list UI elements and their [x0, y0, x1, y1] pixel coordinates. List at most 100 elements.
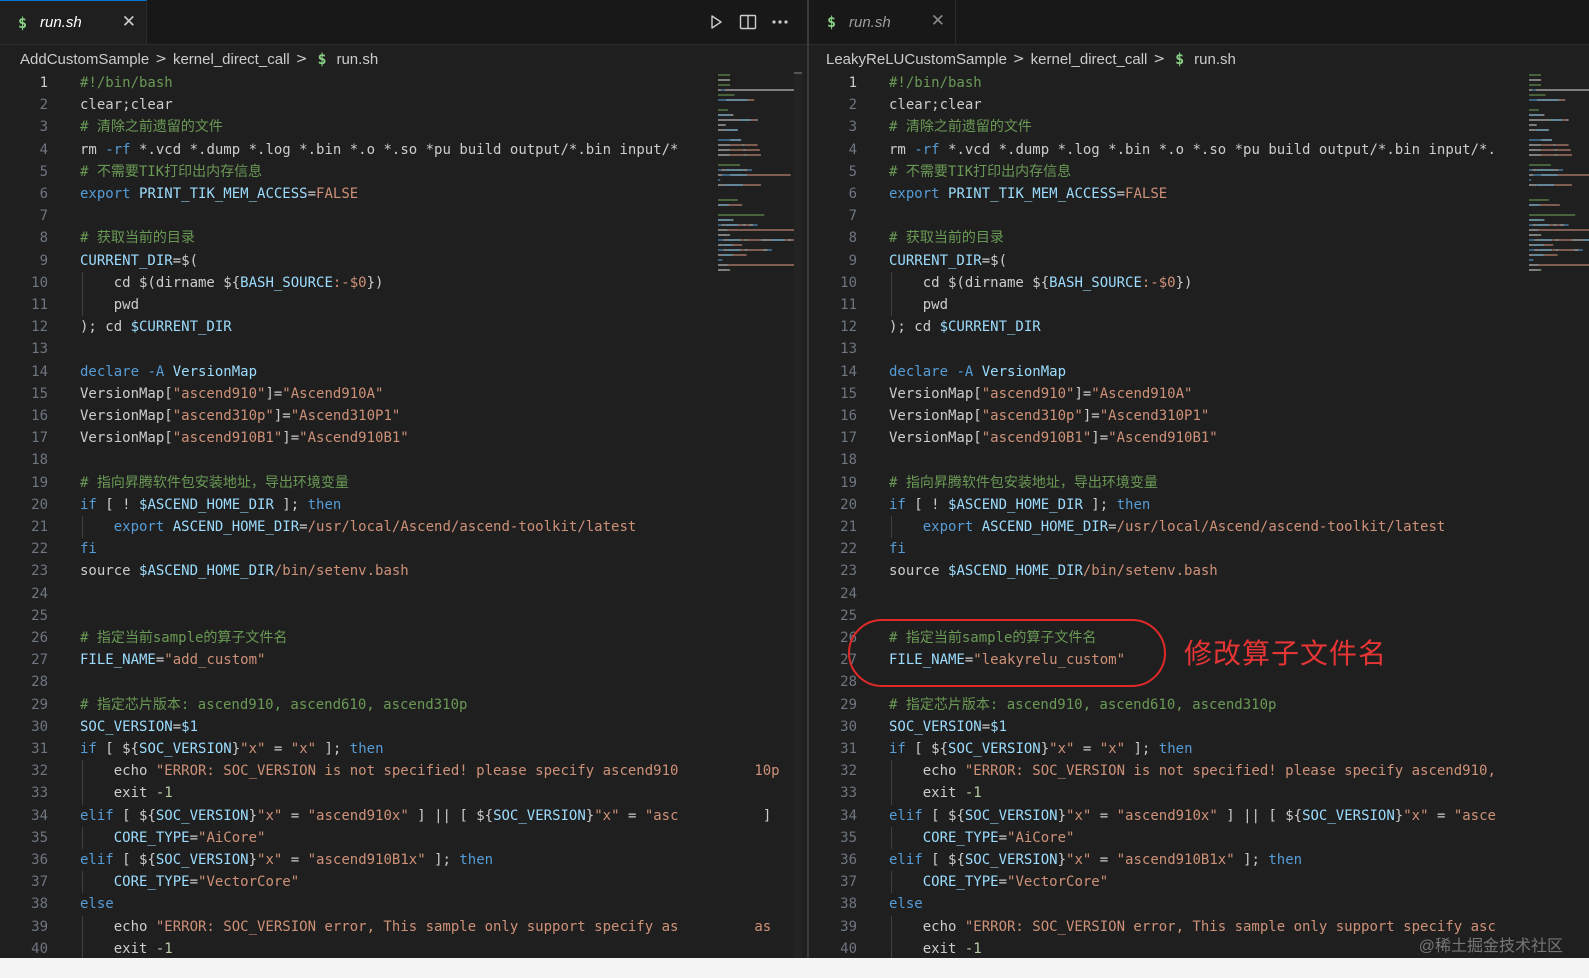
code-token: "ascend910": [981, 385, 1075, 402]
code-line[interactable]: 24: [809, 583, 1521, 605]
minimap[interactable]: [716, 72, 804, 292]
code-line[interactable]: 8 # 获取当前的目录: [809, 227, 1521, 249]
split-editor-icon[interactable]: [735, 8, 761, 36]
breadcrumb-folder[interactable]: kernel_direct_call: [1031, 51, 1148, 68]
breadcrumb-file[interactable]: run.sh: [336, 51, 378, 68]
code-line[interactable]: 6 export PRINT_TIK_MEM_ACCESS=FALSE: [809, 183, 1521, 205]
code-line[interactable]: 37 CORE_TYPE="VectorCore": [809, 871, 1521, 893]
code-line[interactable]: 17 VersionMap["ascend910B1"]="Ascend910B1…: [809, 427, 1521, 449]
close-icon[interactable]: ✕: [122, 12, 136, 32]
breadcrumb-file[interactable]: run.sh: [1194, 51, 1236, 68]
code-line[interactable]: 29 # 指定芯片版本: ascend910, ascend610, ascend…: [809, 694, 1521, 716]
run-icon[interactable]: [703, 8, 729, 36]
code-line[interactable]: 25: [0, 605, 710, 627]
code-token: =: [1091, 807, 1117, 824]
code-line[interactable]: 36 elif [ ${SOC_VERSION}"x" = "ascend910B…: [809, 849, 1521, 871]
code-line[interactable]: 3 # 清除之前遗留的文件: [0, 116, 710, 138]
code-line[interactable]: 26 # 指定当前sample的算子文件名: [0, 627, 710, 649]
code-line[interactable]: 19 # 指向昇腾软件包安装地址，导出环境变量: [809, 472, 1521, 494]
code-line[interactable]: 14 declare -A VersionMap: [0, 361, 710, 383]
code-line[interactable]: 39 echo "ERROR: SOC_VERSION error, This …: [809, 916, 1521, 938]
minimap[interactable]: [1527, 72, 1589, 292]
code-line[interactable]: 35 CORE_TYPE="AiCore": [809, 827, 1521, 849]
close-icon[interactable]: ✕: [931, 11, 945, 31]
code-line[interactable]: 14 declare -A VersionMap: [809, 361, 1521, 383]
code-line[interactable]: 1 #!/bin/bash: [809, 72, 1521, 94]
code-line[interactable]: 9 CURRENT_DIR=$(: [0, 250, 710, 272]
tab-run-sh[interactable]: $ run.sh ✕: [809, 0, 956, 44]
code-line[interactable]: 18: [809, 449, 1521, 471]
code-line[interactable]: 15 VersionMap["ascend910"]="Ascend910A": [809, 383, 1521, 405]
code-line[interactable]: 22 fi: [809, 538, 1521, 560]
code-line[interactable]: 27 FILE_NAME="add_custom": [0, 649, 710, 671]
code-line[interactable]: 30 SOC_VERSION=$1: [0, 716, 710, 738]
code-line[interactable]: 2 clear;clear: [809, 94, 1521, 116]
code-line[interactable]: 5 # 不需要TIK打印出内存信息: [0, 161, 710, 183]
code-line[interactable]: 38 else: [809, 893, 1521, 915]
tab-run-sh[interactable]: $ run.sh ✕: [0, 0, 147, 44]
code-line[interactable]: 18: [0, 449, 710, 471]
code-line[interactable]: 3 # 清除之前遗留的文件: [809, 116, 1521, 138]
code-line[interactable]: 2 clear;clear: [0, 94, 710, 116]
code-line[interactable]: 21 export ASCEND_HOME_DIR=/usr/local/Asc…: [809, 516, 1521, 538]
code-line[interactable]: 11 pwd: [0, 294, 710, 316]
code-line[interactable]: 40 exit -1: [0, 938, 710, 958]
code-line[interactable]: 17 VersionMap["ascend910B1"]="Ascend910B1…: [0, 427, 710, 449]
code-line[interactable]: 32 echo "ERROR: SOC_VERSION is not speci…: [809, 760, 1521, 782]
code-line[interactable]: 38 else: [0, 893, 710, 915]
code-line[interactable]: 10 cd $(dirname ${BASH_SOURCE:-$0}): [809, 272, 1521, 294]
code-line[interactable]: 35 CORE_TYPE="AiCore": [0, 827, 710, 849]
code-line[interactable]: 15 VersionMap["ascend910"]="Ascend910A": [0, 383, 710, 405]
code-line[interactable]: 33 exit -1: [0, 782, 710, 804]
code-editor[interactable]: 1 #!/bin/bash 2 clear;clear 3 # 清除之前遗留的文件 4 rm …: [0, 72, 780, 958]
scrollbar[interactable]: [792, 72, 804, 958]
code-token: }: [1057, 852, 1067, 868]
code-editor[interactable]: 1 #!/bin/bash 2 clear;clear 3 # 清除之前遗留的文件 4 rm …: [809, 72, 1521, 958]
code-line[interactable]: 12); cd $CURRENT_DIR: [809, 316, 1521, 338]
code-line[interactable]: 23 source $ASCEND_HOME_DIR/bin/setenv.bas…: [0, 560, 710, 582]
code-line[interactable]: 16 VersionMap["ascend310p"]="Ascend310P1": [809, 405, 1521, 427]
code-line[interactable]: 40 exit -1: [809, 938, 1521, 958]
code-line[interactable]: 19 # 指向昇腾软件包安装地址，导出环境变量: [0, 472, 710, 494]
code-line[interactable]: 7: [809, 205, 1521, 227]
code-line[interactable]: 11 pwd: [809, 294, 1521, 316]
code-line[interactable]: 32 echo "ERROR: SOC_VERSION is not speci…: [0, 760, 779, 782]
code-line[interactable]: 20 if [ ! $ASCEND_HOME_DIR ]; then: [0, 494, 710, 516]
code-line[interactable]: 24: [0, 583, 710, 605]
code-line[interactable]: 37 CORE_TYPE="VectorCore": [0, 871, 710, 893]
code-line[interactable]: 21 export ASCEND_HOME_DIR=/usr/local/Asc…: [0, 516, 710, 538]
code-line[interactable]: 31 if [ ${SOC_VERSION}"x" = "x" ]; then: [0, 738, 710, 760]
code-line[interactable]: 23 source $ASCEND_HOME_DIR/bin/setenv.bas…: [809, 560, 1521, 582]
code-line[interactable]: 39 echo "ERROR: SOC_VERSION error, This …: [0, 916, 771, 938]
code-line[interactable]: 30 SOC_VERSION=$1: [809, 716, 1521, 738]
code-line[interactable]: 13: [0, 338, 710, 360]
code-text: echo "ERROR: SOC_VERSION is not specifie…: [889, 760, 1496, 782]
code-line[interactable]: 4 rm -rf *.vcd *.dump *.log *.bin *.o *.s…: [809, 139, 1521, 161]
code-line[interactable]: 1 #!/bin/bash: [0, 72, 710, 94]
code-line[interactable]: 33 exit -1: [809, 782, 1521, 804]
code-line[interactable]: 20 if [ ! $ASCEND_HOME_DIR ]; then: [809, 494, 1521, 516]
code-line[interactable]: 34 elif [ ${SOC_VERSION}"x" = "ascend910x…: [809, 805, 1521, 827]
code-line[interactable]: 4 rm -rf *.vcd *.dump *.log *.bin *.o *.s…: [0, 139, 710, 161]
code-line[interactable]: 34 elif [ ${SOC_VERSION}"x" = "ascend910x…: [0, 805, 771, 827]
code-line[interactable]: 8 # 获取当前的目录: [0, 227, 710, 249]
code-line[interactable]: 6 export PRINT_TIK_MEM_ACCESS=FALSE: [0, 183, 710, 205]
code-line[interactable]: 12); cd $CURRENT_DIR: [0, 316, 710, 338]
breadcrumb-folder[interactable]: LeakyReLUCustomSample: [826, 51, 1007, 68]
code-line[interactable]: 9 CURRENT_DIR=$(: [809, 250, 1521, 272]
code-line[interactable]: 13: [809, 338, 1521, 360]
code-line[interactable]: 7: [0, 205, 710, 227]
code-line[interactable]: 10 cd $(dirname ${BASH_SOURCE:-$0}): [0, 272, 710, 294]
code-line[interactable]: 22 fi: [0, 538, 710, 560]
code-line[interactable]: 28: [0, 671, 710, 693]
code-line[interactable]: 31 if [ ${SOC_VERSION}"x" = "x" ]; then: [809, 738, 1521, 760]
more-icon[interactable]: [767, 8, 793, 36]
breadcrumb-folder[interactable]: AddCustomSample: [20, 51, 149, 68]
code-line[interactable]: 16 VersionMap["ascend310p"]="Ascend310P1": [0, 405, 710, 427]
code-token: "Ascend910B1": [299, 430, 409, 447]
code-line[interactable]: 29 # 指定芯片版本: ascend910, ascend610, ascend…: [0, 694, 710, 716]
code-line[interactable]: 5 # 不需要TIK打印出内存信息: [809, 161, 1521, 183]
code-line[interactable]: 36 elif [ ${SOC_VERSION}"x" = "ascend910B…: [0, 849, 710, 871]
breadcrumb-folder[interactable]: kernel_direct_call: [173, 51, 290, 68]
minimap-stroke: [1529, 124, 1537, 126]
